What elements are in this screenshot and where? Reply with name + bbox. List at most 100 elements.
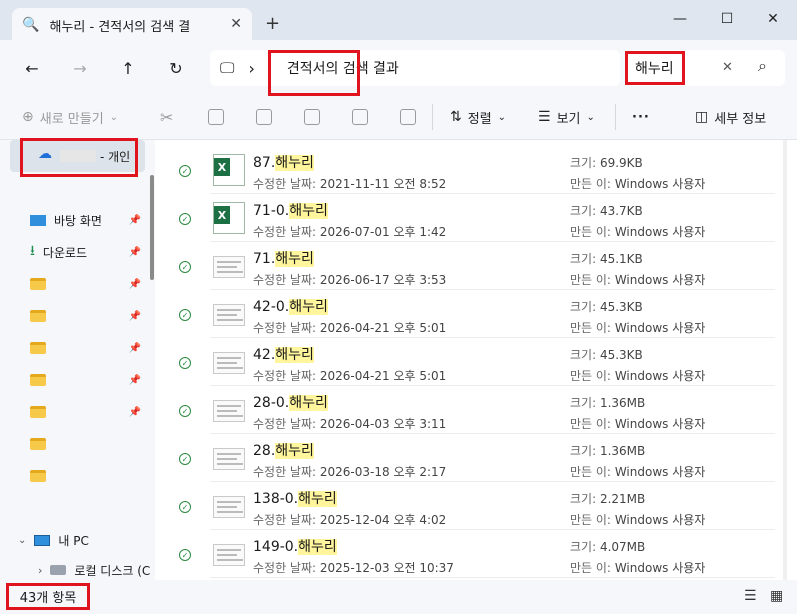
modified-value: 2025-12-03 오전 10:37 <box>319 561 454 575</box>
modified-value: 2021-11-11 오전 8:52 <box>319 177 447 191</box>
tab-title: 해누리 - 견적서의 검색 결 <box>49 19 191 35</box>
up-button[interactable]: ↑ <box>114 56 142 80</box>
sidebar-item-pc[interactable]: ⌄ 내 PC <box>18 528 133 552</box>
command-bar <box>0 96 797 140</box>
more-button[interactable]: ··· <box>632 104 650 130</box>
search-icon[interactable]: ⌕ <box>758 56 767 76</box>
view-button[interactable]: ☰ 보기 ⌄ <box>538 104 595 130</box>
sidebar-item-quick-access[interactable] <box>30 432 145 456</box>
author-value: Windows 사용자 <box>614 513 706 527</box>
file-name[interactable]: 138-0.해누리 <box>253 488 337 508</box>
modified-label: 수정한 날짜: <box>253 465 317 479</box>
folder-icon <box>30 470 46 482</box>
sidebar-item-quick-access[interactable]: ⭳ 다운로드 📌 <box>30 240 145 264</box>
tiles-view-icon[interactable]: ▦ <box>770 588 783 604</box>
file-name[interactable]: 28-0.해누리 <box>253 392 328 412</box>
document-file-icon <box>213 544 245 566</box>
file-row[interactable]: ✓ 42.해누리 수정한 날짜: 2026-04-21 오후 5:01 크기: 45.… <box>165 340 775 386</box>
size-label: 크기: <box>570 348 597 362</box>
document-file-icon <box>213 352 245 374</box>
modified-date: 수정한 날짜: 2026-04-03 오후 3:11 <box>253 415 446 432</box>
row-divider <box>210 289 775 290</box>
new-tab-button[interactable]: + <box>265 13 280 34</box>
document-file-icon <box>213 304 245 326</box>
file-row[interactable]: ✓ 149-0.해누리 수정한 날짜: 2025-12-03 오전 10:37 크기:… <box>165 532 775 578</box>
content-scrollbar[interactable] <box>783 140 787 580</box>
refresh-button[interactable]: ↻ <box>162 56 190 80</box>
size-label: 크기: <box>570 156 597 170</box>
file-name[interactable]: 71-0.해누리 <box>253 200 328 220</box>
sidebar-item-quick-access[interactable]: 📌 <box>30 368 145 392</box>
divider <box>432 104 433 130</box>
view-icon: ☰ <box>538 109 551 125</box>
sync-status-icon: ✓ <box>179 213 191 225</box>
file-row[interactable]: ✓ 138-0.해누리 수정한 날짜: 2025-12-04 오후 4:02 크기: … <box>165 484 775 530</box>
tab-search-results[interactable]: 🔍 해누리 - 견적서의 검색 결 ✕ <box>12 8 252 42</box>
chevron-down-icon: ⌄ <box>109 111 119 123</box>
modified-date: 수정한 날짜: 2025-12-04 오후 4:02 <box>253 511 446 528</box>
file-name[interactable]: 149-0.해누리 <box>253 536 337 556</box>
sidebar-scrollbar[interactable] <box>150 175 154 280</box>
size-value: 45.1KB <box>599 252 643 266</box>
modified-value: 2026-04-21 오후 5:01 <box>319 369 447 383</box>
close-tab-icon[interactable]: ✕ <box>230 16 242 32</box>
sidebar-item-quick-access[interactable]: 📌 <box>30 336 145 360</box>
close-window-button[interactable]: ✕ <box>758 8 788 30</box>
sort-button[interactable]: ⇅ 정렬 ⌄ <box>450 104 506 130</box>
sidebar-item-label: 내 PC <box>58 533 89 548</box>
details-view-icon[interactable]: ☰ <box>744 588 757 604</box>
sidebar-item-local-disk[interactable]: › 로컬 디스크 (C <box>38 558 153 582</box>
clear-search-icon[interactable]: ✕ <box>722 60 733 75</box>
file-row[interactable]: ✓ 71.해누리 수정한 날짜: 2026-06-17 오후 3:53 크기: 45.… <box>165 244 775 290</box>
forward-button[interactable]: → <box>66 56 94 80</box>
file-name-prefix: 138-0. <box>253 491 299 507</box>
copy-icon[interactable] <box>208 104 224 130</box>
excel-file-icon: X <box>213 202 245 234</box>
minimize-button[interactable]: — <box>665 8 695 30</box>
paste-icon[interactable] <box>256 104 272 130</box>
back-button[interactable]: ← <box>18 56 46 80</box>
search-match-highlight: 해누리 <box>275 443 314 459</box>
pin-icon: 📌 <box>128 214 141 226</box>
delete-icon[interactable] <box>400 104 416 130</box>
file-row[interactable]: ✓ X 87.해누리 수정한 날짜: 2021-11-11 오전 8:52 크기: 69… <box>165 148 775 194</box>
maximize-button[interactable]: ☐ <box>712 8 742 30</box>
folder-icon <box>30 406 46 418</box>
file-name[interactable]: 42-0.해누리 <box>253 296 328 316</box>
size-label: 크기: <box>570 252 597 266</box>
file-author: 만든 이: Windows 사용자 <box>570 511 705 528</box>
download-icon: ⭳ <box>30 243 35 259</box>
file-row[interactable]: ✓ 42-0.해누리 수정한 날짜: 2026-04-21 오후 5:01 크기: 4… <box>165 292 775 338</box>
rename-icon[interactable] <box>304 104 320 130</box>
sidebar-item-quick-access[interactable]: 📌 <box>30 400 145 424</box>
share-icon[interactable] <box>352 104 368 130</box>
folder-icon <box>30 278 46 290</box>
file-row[interactable]: ✓ 28.해누리 수정한 날짜: 2026-03-18 오후 2:17 크기: 1.3… <box>165 436 775 482</box>
search-match-highlight: 해누리 <box>289 299 328 315</box>
sidebar-item-quick-access[interactable]: 📌 <box>30 272 145 296</box>
author-value: Windows 사용자 <box>614 225 706 239</box>
author-value: Windows 사용자 <box>614 417 706 431</box>
file-author: 만든 이: Windows 사용자 <box>570 223 705 240</box>
sidebar-item-quick-access[interactable]: 바탕 화면 📌 <box>30 208 145 232</box>
file-name[interactable]: 42.해누리 <box>253 344 314 364</box>
pin-icon: 📌 <box>128 374 141 386</box>
modified-value: 2026-04-21 오후 5:01 <box>319 321 447 335</box>
file-name[interactable]: 71.해누리 <box>253 248 314 268</box>
file-name[interactable]: 87.해누리 <box>253 152 314 172</box>
new-button[interactable]: ⊕ 새로 만들기 ⌄ <box>22 104 118 130</box>
sidebar-item-quick-access[interactable]: 📌 <box>30 304 145 328</box>
file-author: 만든 이: Windows 사용자 <box>570 319 705 336</box>
author-label: 만든 이: <box>570 561 611 575</box>
file-row[interactable]: ✓ 28-0.해누리 수정한 날짜: 2026-04-03 오후 3:11 크기: 1… <box>165 388 775 434</box>
author-label: 만든 이: <box>570 273 611 287</box>
sidebar-item-quick-access[interactable] <box>30 464 145 488</box>
file-name[interactable]: 28.해누리 <box>253 440 314 460</box>
cut-icon[interactable]: ✂ <box>160 104 173 130</box>
file-row[interactable]: ✓ X 71-0.해누리 수정한 날짜: 2026-07-01 오후 1:42 크기: … <box>165 196 775 242</box>
details-button[interactable]: ◫ 세부 정보 <box>695 104 766 130</box>
modified-value: 2026-04-03 오후 3:11 <box>319 417 447 431</box>
modified-label: 수정한 날짜: <box>253 513 317 527</box>
document-file-icon <box>213 256 245 278</box>
file-name-prefix: 42. <box>253 347 276 363</box>
